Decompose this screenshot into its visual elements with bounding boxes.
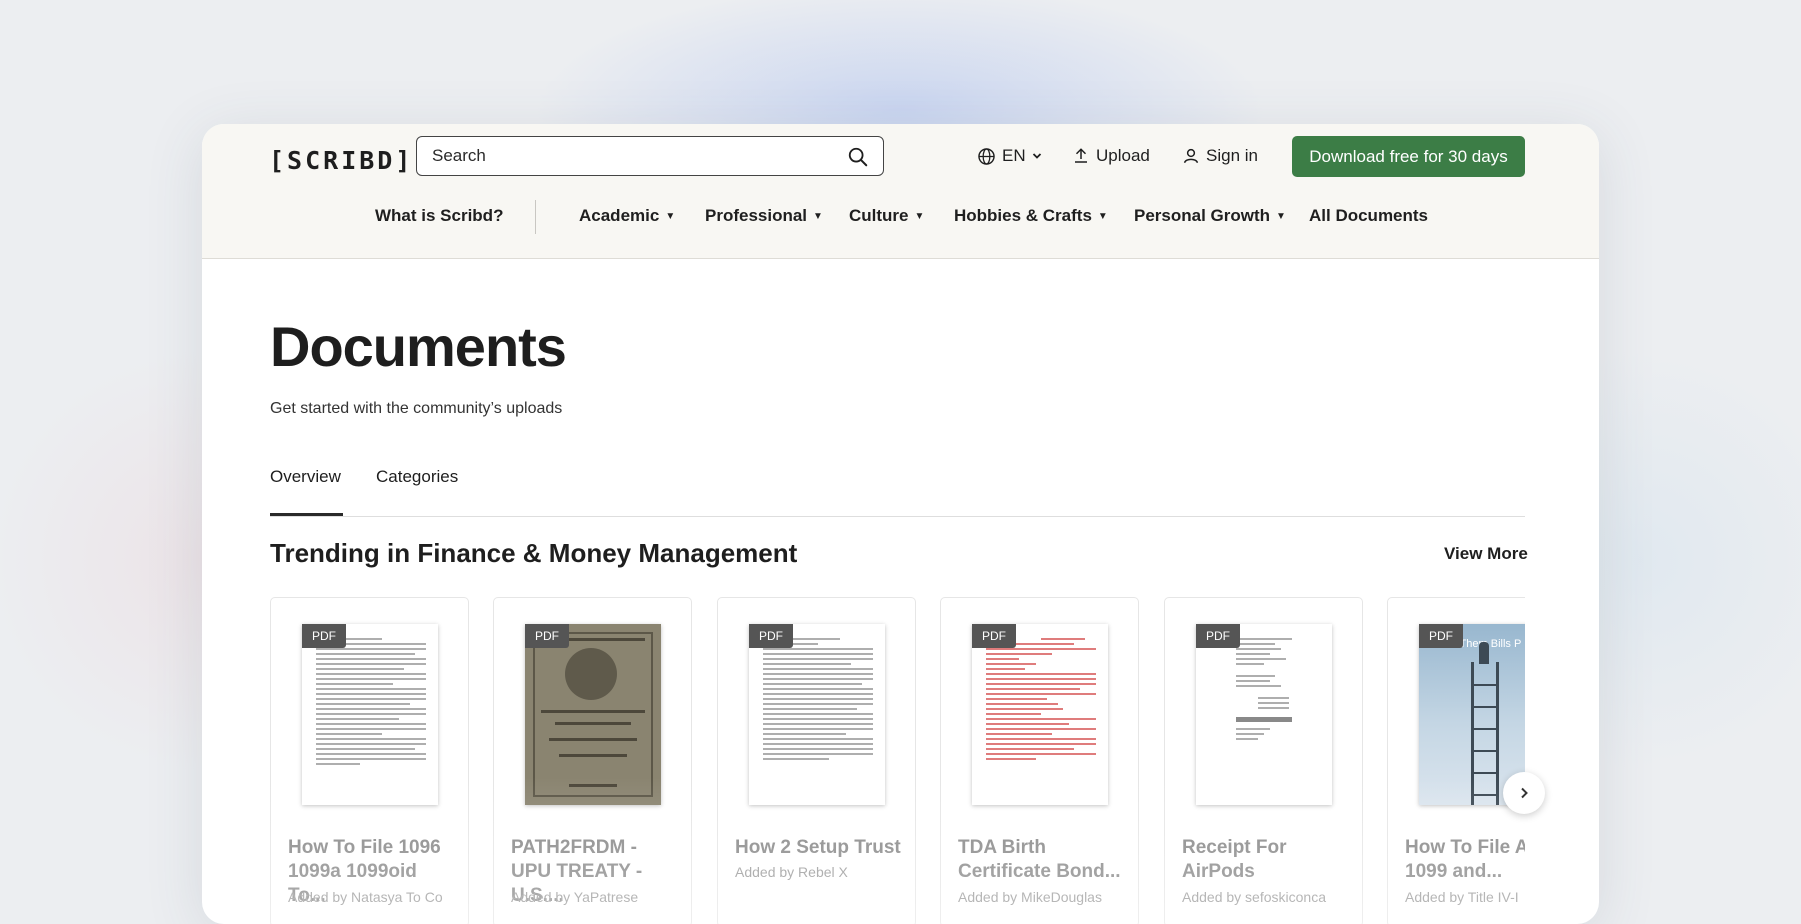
page-subtitle: Get started with the community’s uploads — [270, 400, 563, 417]
ladder-rung — [1471, 728, 1499, 730]
ladder-rung — [1471, 684, 1499, 686]
view-more-link[interactable]: View More — [1444, 544, 1528, 564]
document-text-lines — [316, 638, 426, 768]
globe-icon — [978, 147, 995, 165]
document-author: Added by sefoskiconca — [1182, 889, 1326, 905]
document-thumbnail[interactable] — [749, 624, 885, 805]
tab-overview[interactable]: Overview — [270, 467, 341, 487]
tab-categories[interactable]: Categories — [376, 467, 458, 487]
tab-bar: Overview Categories — [270, 459, 1525, 517]
language-selector[interactable]: EN — [977, 136, 1042, 176]
document-title[interactable]: How 2 Setup Trust — [735, 836, 905, 860]
language-label: EN — [1002, 146, 1026, 165]
nav-divider — [535, 200, 536, 234]
document-card[interactable]: PDF PATH2FRDM - UPU TREATY - U.S.... Add… — [493, 597, 692, 924]
browser-page: [SCRIBD] EN Uplo — [202, 124, 1599, 924]
chevron-down-icon: ▼ — [1097, 210, 1108, 222]
document-card[interactable]: PDF How 2 Setup Trust Added by Rebel X — [717, 597, 916, 924]
nav-label: All Documents — [1309, 206, 1429, 225]
ladder-rung — [1471, 772, 1499, 774]
chevron-down-icon: ▼ — [914, 210, 925, 222]
document-thumbnail[interactable] — [1196, 624, 1332, 805]
document-carousel: PDF How To File 1096 1099a 1099oid To...… — [270, 597, 1525, 924]
pdf-badge: PDF — [749, 624, 793, 648]
ladder-rung — [1471, 750, 1499, 752]
page-title: Documents — [270, 315, 567, 378]
document-title[interactable]: How To File A and 1099 and... — [1405, 836, 1525, 884]
upload-label: Upload — [1096, 146, 1150, 165]
nav-item-professional[interactable]: Professional ▼ — [705, 200, 823, 232]
category-nav: What is Scribd? Academic ▼ Professional … — [202, 190, 1599, 244]
document-card[interactable]: PDF TDA Birth Certificate Bond... Added … — [940, 597, 1139, 924]
pdf-badge: PDF — [1196, 624, 1240, 648]
document-author: Added by Title IV-I — [1405, 889, 1519, 905]
document-author: Added by Natasya To Co — [288, 889, 443, 905]
thumbnail-text — [559, 754, 627, 757]
nav-label: Academic — [579, 206, 660, 225]
nav-item-hobbies-crafts[interactable]: Hobbies & Crafts ▼ — [954, 200, 1108, 232]
thumbnail-text — [555, 722, 631, 725]
sign-in-button[interactable]: Sign in — [1182, 136, 1258, 176]
pdf-badge: PDF — [302, 624, 346, 648]
document-author: Added by YaPatrese — [511, 889, 639, 905]
document-card[interactable]: PDF Receipt For AirPods Added by sefoski… — [1164, 597, 1363, 924]
nav-label: What is Scribd? — [375, 206, 504, 225]
thumbnail-text — [541, 710, 645, 713]
document-card[interactable]: PDF How To File 1096 1099a 1099oid To...… — [270, 597, 469, 924]
document-title[interactable]: TDA Birth Certificate Bond... — [958, 836, 1128, 884]
document-text-lines — [763, 638, 873, 763]
chevron-down-icon: ▼ — [665, 210, 676, 222]
pdf-badge: PDF — [1419, 624, 1463, 648]
document-thumbnail[interactable] — [525, 624, 661, 805]
ladder-rung — [1471, 794, 1499, 796]
upload-icon — [1075, 148, 1087, 163]
user-icon — [1183, 148, 1199, 164]
site-header: [SCRIBD] EN Uplo — [202, 124, 1599, 259]
section-title: Trending in Finance & Money Management — [270, 538, 798, 568]
download-free-button[interactable]: Download free for 30 days — [1292, 136, 1525, 177]
nav-item-all-documents[interactable]: All Documents — [1309, 200, 1428, 232]
document-thumbnail[interactable] — [972, 624, 1108, 805]
nav-item-academic[interactable]: Academic ▼ — [579, 200, 675, 232]
document-author: Added by Rebel X — [735, 864, 848, 880]
nav-label: Culture — [849, 206, 909, 225]
thumbnail-figure — [1479, 642, 1489, 664]
document-text-lines — [1236, 638, 1292, 743]
chevron-right-icon — [1521, 787, 1528, 799]
nav-item-personal-growth[interactable]: Personal Growth ▼ — [1134, 200, 1286, 232]
document-title[interactable]: Receipt For AirPods — [1182, 836, 1352, 884]
sign-in-label: Sign in — [1206, 146, 1258, 165]
document-card[interactable]: Get Them Bills P PDF How To File A and 1… — [1387, 597, 1525, 924]
chevron-down-icon: ▼ — [1276, 210, 1286, 222]
search-input[interactable] — [432, 137, 832, 174]
document-text-lines — [986, 638, 1096, 763]
search-box[interactable] — [416, 136, 884, 176]
nav-item-culture[interactable]: Culture ▼ — [849, 200, 924, 232]
scribd-logo[interactable]: [SCRIBD] — [269, 142, 413, 178]
upload-button[interactable]: Upload — [1072, 136, 1150, 176]
nav-label: Personal Growth — [1134, 206, 1271, 225]
pdf-badge: PDF — [525, 624, 569, 648]
document-thumbnail[interactable] — [302, 624, 438, 805]
carousel-next-button[interactable] — [1503, 772, 1545, 814]
nav-label: Hobbies & Crafts — [954, 206, 1092, 225]
nav-item-what-is-scribd[interactable]: What is Scribd? — [375, 200, 503, 232]
chevron-down-icon: ▼ — [813, 210, 823, 222]
thumbnail-portrait — [565, 648, 617, 700]
nav-label: Professional — [705, 206, 808, 225]
active-tab-indicator — [270, 513, 343, 516]
thumbnail-text — [569, 784, 617, 787]
pdf-badge: PDF — [972, 624, 1016, 648]
document-author: Added by MikeDouglas — [958, 889, 1102, 905]
chevron-down-icon — [1032, 153, 1041, 159]
ladder-rung — [1471, 706, 1499, 708]
search-icon[interactable] — [847, 146, 869, 168]
thumbnail-text — [549, 738, 637, 741]
